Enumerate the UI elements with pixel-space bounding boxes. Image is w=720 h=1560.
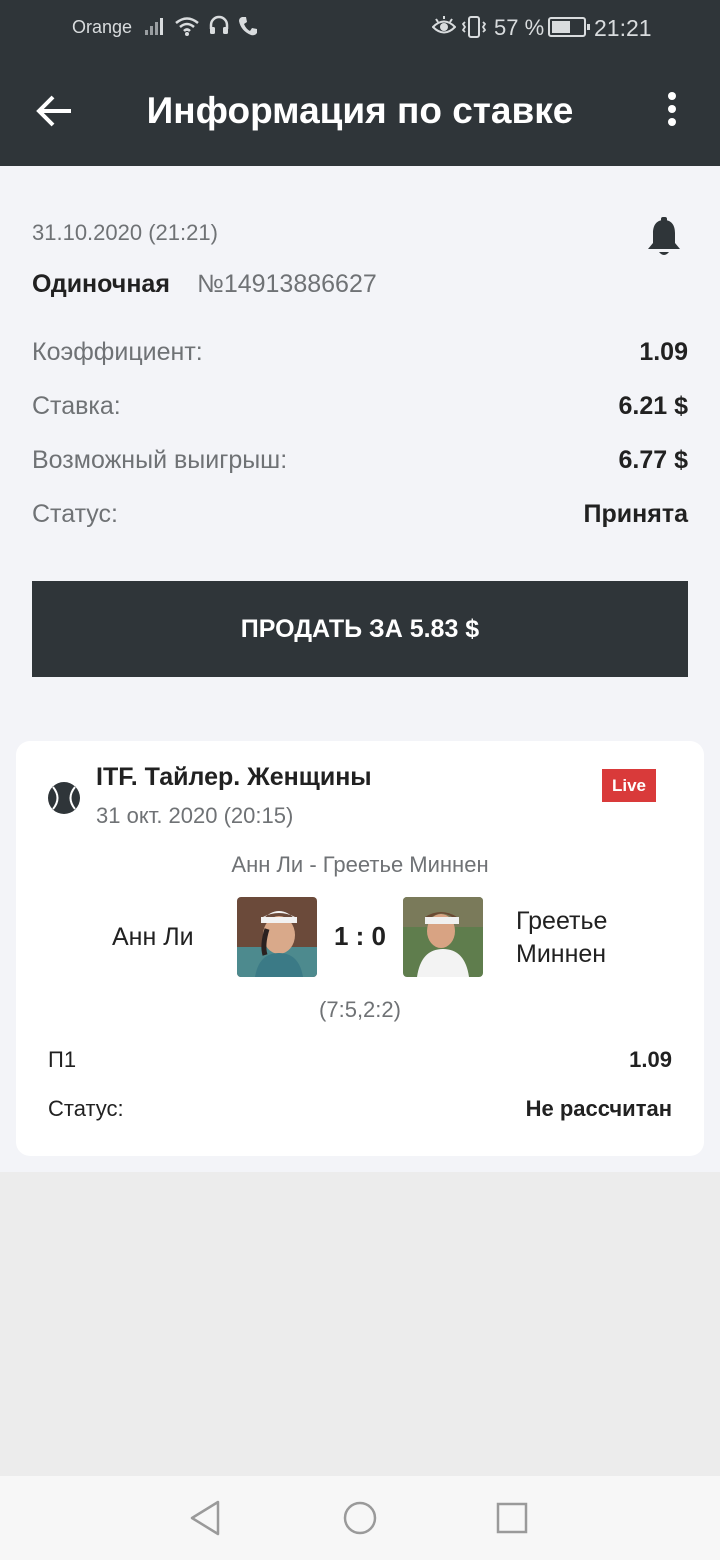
event-status-value: Не рассчитан: [525, 1096, 672, 1121]
battery-percent: 57 %: [494, 15, 545, 40]
sell-button[interactable]: ПРОДАТЬ ЗА 5.83 $: [32, 581, 688, 677]
team-two-avatar: [403, 897, 483, 977]
team-two-name: Греетье Миннен: [516, 907, 608, 968]
status-clock: 21:21: [594, 15, 652, 41]
row-value: Принята: [583, 500, 688, 528]
headset-icon: [209, 15, 229, 34]
set-scores: (7:5,2:2): [319, 997, 401, 1022]
row-value: 1.09: [639, 338, 688, 366]
nav-back-icon[interactable]: [186, 1498, 226, 1538]
row-label: Коэффициент:: [32, 338, 203, 366]
event-card[interactable]: ITF. Тайлер. Женщины 31 окт. 2020 (20:15…: [16, 741, 704, 1156]
nav-home-icon[interactable]: [340, 1498, 380, 1538]
status-bar: Orange 57 % 21:21: [0, 0, 720, 54]
outcome-label: П1: [48, 1047, 77, 1072]
carrier-name: Orange: [72, 17, 133, 37]
coefficient-row: Коэффициент: 1.09: [32, 338, 688, 374]
eye-icon: [432, 16, 456, 34]
app-bar: Информация по ставке: [0, 54, 720, 166]
team-one-avatar: [237, 897, 317, 977]
battery-icon: [548, 17, 590, 37]
match-score: 1 : 0: [333, 921, 387, 951]
row-value: 6.21 $: [618, 392, 688, 420]
system-nav-bar: [0, 1476, 720, 1560]
more-vertical-icon[interactable]: [652, 88, 692, 132]
row-label: Возможный выигрыш:: [32, 446, 288, 474]
match-name: Анн Ли - Греетье Миннен: [231, 852, 489, 877]
row-label: Ставка:: [32, 392, 121, 420]
possible-win-row: Возможный выигрыш: 6.77 $: [32, 446, 688, 482]
wifi-icon: [175, 17, 199, 36]
tennis-ball-icon: [48, 782, 80, 814]
outcome-coefficient: 1.09: [629, 1047, 672, 1072]
bet-number: №14913886627: [197, 270, 377, 298]
bet-type: Одиночная: [32, 270, 170, 298]
event-status-label: Статус:: [48, 1096, 124, 1121]
vibrate-icon: [462, 16, 486, 38]
row-label: Статус:: [32, 500, 118, 528]
nav-recents-icon[interactable]: [492, 1498, 532, 1538]
signal-icon: [145, 18, 163, 35]
page-title: Информация по ставке: [146, 90, 574, 131]
stake-row: Ставка: 6.21 $: [32, 392, 688, 428]
league-title: ITF. Тайлер. Женщины: [96, 763, 372, 791]
status-row: Статус: Принята: [32, 500, 688, 536]
bet-details: 31.10.2020 (21:21) Одиночная №1491388662…: [0, 166, 720, 1172]
phone-icon: [239, 17, 257, 36]
bet-date: 31.10.2020 (21:21): [32, 220, 218, 245]
live-badge: Live: [602, 769, 656, 802]
row-value: 6.77 $: [618, 446, 688, 474]
team-one-name: Анн Ли: [112, 923, 194, 951]
match-date: 31 окт. 2020 (20:15): [96, 803, 294, 828]
bell-icon[interactable]: [646, 216, 682, 260]
